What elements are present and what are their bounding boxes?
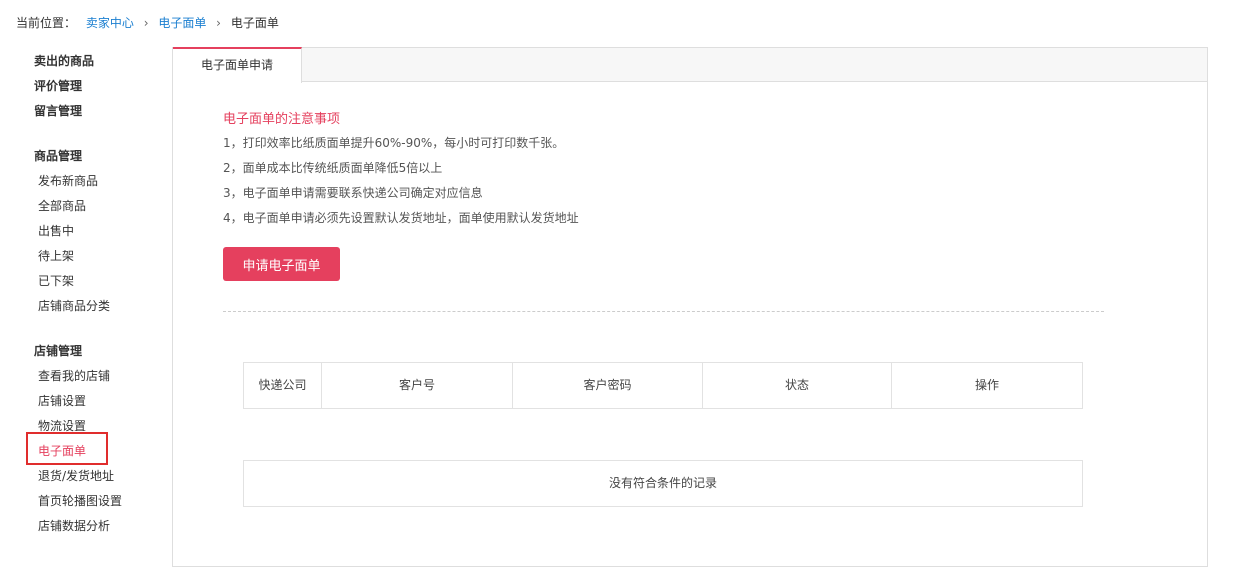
breadcrumb: 当前位置： 卖家中心 › 电子面单 › 电子面单 (16, 14, 279, 31)
apply-waybill-button[interactable]: 申请电子面单 (223, 247, 340, 281)
notice-line: 4，电子面单申请必须先设置默认发货地址，面单使用默认发货地址 (223, 211, 579, 225)
tab-bar: 电子面单申请 (173, 47, 1207, 83)
sidebar-item-all-goods[interactable]: 全部商品 (38, 197, 86, 214)
sidebar-heading-goods: 商品管理 (34, 149, 83, 163)
divider (223, 311, 1104, 312)
active-item-highlight (26, 432, 108, 465)
notice-line: 2，面单成本比传统纸质面单降低5倍以上 (223, 161, 443, 175)
sidebar-item-publish-goods[interactable]: 发布新商品 (38, 172, 98, 189)
notice-title: 电子面单的注意事项 (223, 112, 341, 127)
notice-line: 1，打印效率比纸质面单提升60%-90%，每小时可打印数千张。 (223, 136, 565, 150)
sidebar-item-store-categories[interactable]: 店铺商品分类 (38, 297, 110, 314)
chevron-right-icon: › (216, 16, 221, 30)
chevron-right-icon: › (143, 16, 149, 30)
main-panel: 电子面单申请 电子面单的注意事项 1，打印效率比纸质面单提升60%-90%，每小… (172, 47, 1208, 567)
sidebar-item-reviews[interactable]: 评价管理 (34, 77, 82, 94)
sidebar-item-on-sale[interactable]: 出售中 (38, 222, 74, 239)
column-header-status: 状态 (703, 363, 892, 408)
tab-waybill-application[interactable]: 电子面单申请 (173, 47, 302, 83)
sidebar-item-messages[interactable]: 留言管理 (34, 102, 82, 119)
sidebar-item-store-analytics[interactable]: 店铺数据分析 (38, 517, 110, 534)
empty-records-message: 没有符合条件的记录 (243, 460, 1083, 507)
sidebar-heading-store: 店铺管理 (34, 344, 83, 358)
breadcrumb-current: 电子面单 (230, 16, 279, 30)
sidebar-item-off-shelf[interactable]: 已下架 (38, 272, 74, 289)
column-header-actions: 操作 (974, 378, 999, 392)
sidebar-item-pending[interactable]: 待上架 (38, 247, 74, 264)
sidebar: 卖出的商品 评价管理 留言管理 商品管理 发布新商品 全部商品 出售中 待上架 … (0, 46, 172, 556)
sidebar-item-store-settings[interactable]: 店铺设置 (38, 392, 86, 409)
breadcrumb-seller-center[interactable]: 卖家中心 (86, 16, 134, 30)
breadcrumb-prefix: 当前位置： (16, 16, 77, 30)
breadcrumb-electronic-waybill[interactable]: 电子面单 (158, 16, 206, 30)
notice-line: 3，电子面单申请需要联系快递公司确定对应信息 (223, 186, 483, 200)
sidebar-item-view-store[interactable]: 查看我的店铺 (38, 367, 110, 384)
sidebar-item-carousel-settings[interactable]: 首页轮播图设置 (38, 492, 122, 509)
table-header: 快递公司 客户号 客户密码 状态 操作 (243, 362, 1083, 409)
sidebar-item-return-address[interactable]: 退货/发货地址 (38, 467, 114, 484)
column-header-customer-password: 客户密码 (513, 363, 703, 408)
column-header-customer-id: 客户号 (322, 363, 513, 408)
column-header-courier: 快递公司 (244, 363, 322, 408)
sidebar-item-sold-goods[interactable]: 卖出的商品 (34, 52, 94, 69)
